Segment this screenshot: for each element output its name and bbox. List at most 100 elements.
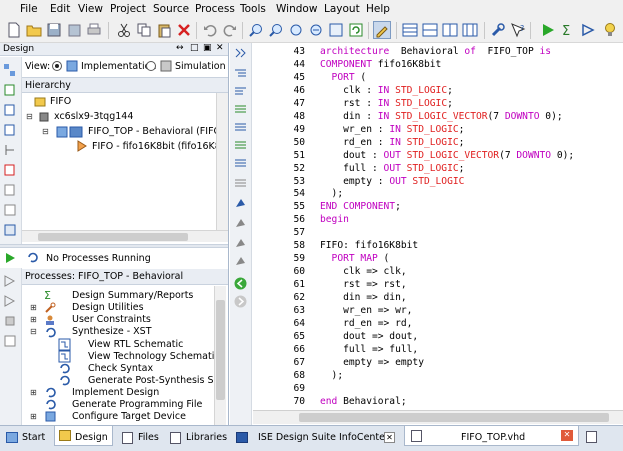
code-line[interactable]: empty : OUT STD_LOGIC <box>320 176 464 187</box>
cut-icon[interactable] <box>116 22 132 38</box>
code-line[interactable]: full => full, <box>320 344 418 355</box>
code-line[interactable]: dout : OUT STD_LOGIC_VECTOR(7 DOWNTO 0); <box>320 150 574 161</box>
code-line[interactable]: dout => dout, <box>320 331 418 342</box>
open-without-update-icon[interactable] <box>3 334 17 348</box>
tab-start[interactable]: Start <box>2 429 49 447</box>
zoom-select-icon[interactable] <box>328 22 344 38</box>
code-line[interactable]: ); <box>320 188 344 199</box>
bookmark-clear-icon[interactable] <box>234 255 247 268</box>
tab-infocenter[interactable]: ISE Design Suite InfoCenter ✕ <box>232 429 395 447</box>
close-panel-icon[interactable]: ✕ <box>216 43 224 53</box>
print-icon[interactable] <box>86 22 102 38</box>
indent-left-icon[interactable] <box>234 67 247 80</box>
expand-icon[interactable]: ⊞ <box>30 412 37 421</box>
code-line[interactable]: PORT MAP ( <box>320 253 390 264</box>
undo-icon[interactable] <box>202 22 218 38</box>
maximize-panel-icon[interactable]: ▣ <box>203 43 212 53</box>
implementation-radio[interactable] <box>52 61 62 71</box>
save-icon[interactable] <box>46 22 62 38</box>
code-line[interactable]: wr_en : IN STD_LOGIC; <box>320 124 464 135</box>
view-layout-1-icon[interactable] <box>402 22 418 38</box>
code-line[interactable]: rst => rst, <box>320 279 407 290</box>
comment-icon[interactable] <box>234 103 247 116</box>
hierarchy-hscrollbar[interactable] <box>22 230 228 242</box>
rerun-icon[interactable] <box>3 274 17 288</box>
lightbulb-icon[interactable] <box>602 22 618 38</box>
code-line[interactable]: PORT ( <box>320 72 367 83</box>
add-copy-source-icon[interactable] <box>3 103 17 117</box>
tree-item-fifo-core[interactable]: FIFO - fifo16K8bit (fifo16K8bit.x <box>92 141 228 152</box>
code-line[interactable]: begin <box>320 214 349 225</box>
new-source-icon[interactable] <box>3 123 17 137</box>
go-back-icon[interactable] <box>234 277 247 290</box>
run-icon[interactable] <box>540 22 556 38</box>
code-line[interactable]: wr_en => wr, <box>320 305 412 316</box>
save-all-icon[interactable] <box>66 22 82 38</box>
zoom-out-icon[interactable] <box>268 22 284 38</box>
menu-layout[interactable]: Layout <box>324 3 360 15</box>
arrow-icon[interactable] <box>580 22 596 38</box>
code-line[interactable]: full : OUT STD_LOGIC; <box>320 163 464 174</box>
lines-icon[interactable] <box>234 177 247 190</box>
hierarchy-scrollbar[interactable] <box>216 93 228 230</box>
copy-icon[interactable] <box>136 22 152 38</box>
code-line[interactable]: empty => empty <box>320 357 424 368</box>
close-tab-icon[interactable]: ✕ <box>384 432 395 443</box>
process-check-syntax[interactable]: Check Syntax <box>88 363 153 374</box>
process-view-tech[interactable]: View Technology Schematic <box>88 351 214 362</box>
toggle-panel-icon[interactable] <box>234 47 247 60</box>
tree-item-top-module[interactable]: FIFO_TOP - Behavioral (FIFO_TO <box>88 126 228 137</box>
bookmark-prev-icon[interactable] <box>234 217 247 230</box>
rerun-all-icon[interactable] <box>3 294 17 308</box>
code-line[interactable]: clk => clk, <box>320 266 407 277</box>
view-layout-3-icon[interactable] <box>442 22 458 38</box>
indent-right-icon[interactable] <box>234 85 247 98</box>
go-forward-icon[interactable] <box>234 295 247 308</box>
hierarchy-view-icon[interactable] <box>3 143 17 157</box>
list-icon[interactable] <box>234 139 247 152</box>
zoom-fit-icon[interactable] <box>308 22 324 38</box>
code-line[interactable]: end Behavioral; <box>320 396 407 407</box>
process-configure-device[interactable]: Configure Target Device <box>72 411 186 422</box>
simulation-radio[interactable] <box>146 61 156 71</box>
edit-mode-icon[interactable] <box>373 21 391 39</box>
code-line[interactable]: clk : IN STD_LOGIC; <box>320 85 453 96</box>
process-design-utilities[interactable]: Design Utilities <box>72 302 144 313</box>
tree-item-device[interactable]: xc6slx9-3tqg144 <box>54 111 133 122</box>
help-context-icon[interactable]: ? <box>510 22 526 38</box>
menu-tools[interactable]: Tools <box>240 3 266 15</box>
tab-files[interactable]: Files <box>118 429 163 447</box>
zoom-in-icon[interactable] <box>248 22 264 38</box>
stop-icon[interactable] <box>3 314 17 328</box>
menu-process[interactable]: Process <box>195 3 235 15</box>
tab-design[interactable]: Design <box>54 426 113 446</box>
tools-wrench-icon[interactable] <box>490 22 506 38</box>
code-line[interactable]: rd_en : IN STD_LOGIC; <box>320 137 464 148</box>
bookmark-next-icon[interactable] <box>234 237 247 250</box>
code-line[interactable]: END COMPONENT; <box>320 201 401 212</box>
expand-icon[interactable]: ⊞ <box>30 388 37 397</box>
open-folder-icon[interactable] <box>26 22 42 38</box>
code-line[interactable]: COMPONENT fifo16K8bit <box>320 59 441 70</box>
process-user-constraints[interactable]: User Constraints <box>72 314 151 325</box>
remove-source-icon[interactable] <box>3 163 17 177</box>
menu-edit[interactable]: Edit <box>50 3 70 15</box>
process-synthesize[interactable]: Synthesize - XST <box>72 326 152 337</box>
code-area[interactable]: 43 architecture Behavioral of FIFO_TOP is… <box>253 43 623 407</box>
tab-fifo-top-vhd[interactable]: FIFO_TOP.vhd ✕ <box>404 426 579 446</box>
expand-icon[interactable]: ⊟ <box>42 127 49 136</box>
bookmark-icon[interactable] <box>234 197 247 210</box>
list-alt-icon[interactable] <box>234 157 247 170</box>
editor-hscrollbar[interactable] <box>253 410 623 424</box>
code-line[interactable]: architecture Behavioral of FIFO_TOP is <box>320 46 551 57</box>
design-hierarchy-icon[interactable] <box>3 63 17 77</box>
open-source-icon[interactable] <box>3 183 17 197</box>
process-view-rtl[interactable]: View RTL Schematic <box>88 339 183 350</box>
new-file-icon[interactable] <box>6 22 22 38</box>
expand-icon[interactable]: ⊞ <box>30 303 37 312</box>
redo-icon[interactable] <box>222 22 238 38</box>
zoom-full-icon[interactable] <box>288 22 304 38</box>
summary-sigma-icon[interactable]: Σ <box>560 22 576 38</box>
process-design-summary[interactable]: Design Summary/Reports <box>72 290 193 301</box>
process-scrollbar[interactable] <box>214 286 226 425</box>
